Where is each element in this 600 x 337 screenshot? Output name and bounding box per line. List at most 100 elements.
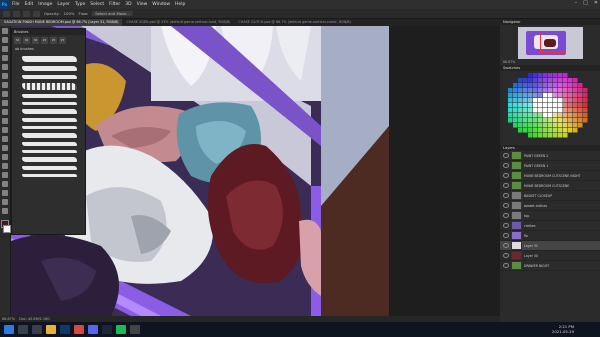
visibility-eye-icon[interactable] [503,203,509,208]
brush-stroke-preview[interactable] [22,126,77,129]
layer-row[interactable]: PAINT GREEN 2 [500,151,600,161]
color-swatch[interactable] [548,123,553,128]
color-swatch[interactable] [528,108,533,113]
layer-row[interactable]: clothes [500,221,600,231]
color-swatch[interactable] [578,113,583,118]
color-swatch[interactable] [568,113,573,118]
brush-tool-icon[interactable] [2,91,8,97]
zoom-level[interactable]: 66.67% [2,317,15,321]
color-swatch[interactable] [533,108,538,113]
layer-row[interactable]: top [500,211,600,221]
color-swatch[interactable] [533,78,538,83]
color-swatch[interactable] [578,118,583,123]
color-swatch[interactable] [543,103,548,108]
color-swatch[interactable] [568,118,573,123]
color-swatch[interactable] [533,118,538,123]
color-swatch[interactable] [528,123,533,128]
menu-help[interactable]: Help [175,2,185,7]
color-swatch[interactable] [558,103,563,108]
brush-stroke-preview[interactable] [22,56,77,62]
color-swatch[interactable] [518,108,523,113]
color-swatch[interactable] [543,93,548,98]
color-swatch[interactable] [513,118,518,123]
color-swatch[interactable] [508,73,513,78]
color-swatch[interactable] [508,88,513,93]
color-swatch[interactable] [518,98,523,103]
layer-row[interactable]: Layer 30 [500,251,600,261]
dodge-tool-icon[interactable] [2,145,8,151]
color-swatch[interactable] [523,78,528,83]
menu-filter[interactable]: Filter [109,2,120,7]
color-swatch[interactable] [568,98,573,103]
color-swatch[interactable] [583,98,588,103]
brush-stroke-preview[interactable] [22,83,77,90]
color-swatch[interactable] [563,118,568,123]
brush-stroke-preview[interactable] [22,133,77,138]
color-swatch[interactable] [558,83,563,88]
color-swatch[interactable] [543,118,548,123]
color-swatch[interactable] [568,103,573,108]
color-swatch[interactable] [548,128,553,133]
color-swatch[interactable] [553,98,558,103]
color-swatch[interactable] [568,73,573,78]
color-swatch[interactable] [568,123,573,128]
color-swatch[interactable] [543,133,548,138]
color-swatch[interactable] [583,93,588,98]
color-swatch[interactable] [518,113,523,118]
color-swatch[interactable] [583,108,588,113]
color-swatch[interactable] [538,118,543,123]
color-swatch[interactable] [523,73,528,78]
color-swatch[interactable] [568,133,573,138]
color-swatch[interactable] [543,108,548,113]
layer-row[interactable]: flo [500,231,600,241]
color-swatch[interactable] [513,98,518,103]
brush-stroke-preview[interactable] [22,150,77,153]
color-swatch[interactable] [533,73,538,78]
color-swatch[interactable] [528,103,533,108]
shape-tool-icon[interactable] [2,181,8,187]
color-swatch[interactable] [508,93,513,98]
crop-tool-icon[interactable] [2,64,8,70]
color-swatch[interactable] [583,118,588,123]
color-swatch[interactable] [583,128,588,133]
layer-row[interactable]: BASKET CLOSEUP [500,191,600,201]
opacity-value[interactable]: 100% [64,11,75,16]
color-swatch[interactable] [568,88,573,93]
home-icon[interactable] [3,10,10,17]
color-swatch[interactable] [573,78,578,83]
visibility-eye-icon[interactable] [503,243,509,248]
color-swatch[interactable] [563,73,568,78]
obs-icon[interactable] [130,325,140,334]
color-swatch[interactable] [563,98,568,103]
background-color-swatch[interactable] [3,225,11,233]
eraser-tool-icon[interactable] [2,118,8,124]
color-swatch[interactable] [513,108,518,113]
new-selection-icon[interactable] [23,10,30,17]
brush-preset-3[interactable]: 30 [32,37,39,44]
color-swatch[interactable] [528,93,533,98]
color-swatch[interactable] [548,133,553,138]
color-swatch[interactable] [518,133,523,138]
lasso-tool-icon[interactable] [13,10,20,17]
color-swatch[interactable] [583,83,588,88]
color-swatch[interactable] [558,73,563,78]
color-swatch[interactable] [573,98,578,103]
color-swatch[interactable] [533,128,538,133]
color-swatch[interactable] [523,113,528,118]
color-swatch[interactable] [523,88,528,93]
color-swatch[interactable] [563,78,568,83]
color-swatch[interactable] [513,113,518,118]
pen-tool-icon[interactable] [2,154,8,160]
color-swatch[interactable] [518,73,523,78]
color-swatch[interactable] [508,78,513,83]
color-swatch[interactable] [553,103,558,108]
color-swatch[interactable] [528,98,533,103]
color-swatch[interactable] [543,123,548,128]
visibility-eye-icon[interactable] [503,163,509,168]
color-swatch[interactable] [558,133,563,138]
color-swatch[interactable] [528,88,533,93]
brush-preset-4[interactable]: 25 [41,37,48,44]
color-swatch[interactable] [558,98,563,103]
menu-image[interactable]: Image [38,2,52,7]
windows-start-icon[interactable] [4,325,14,334]
